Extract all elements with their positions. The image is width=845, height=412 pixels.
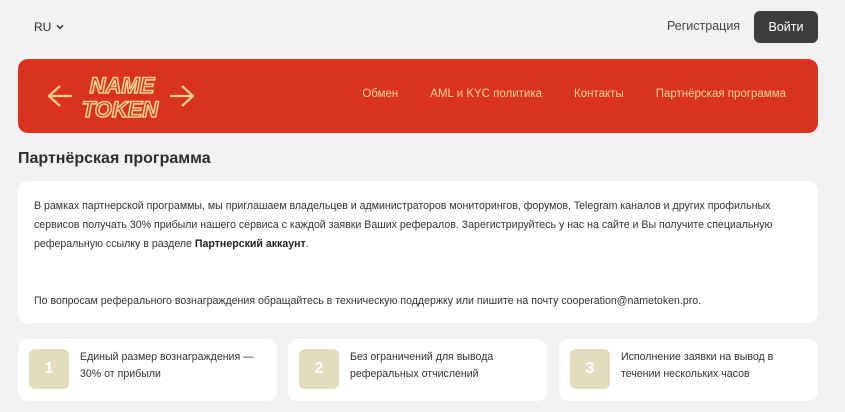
language-label: RU [34, 20, 52, 34]
paragraph-contact: По вопросам реферального вознаграждения … [34, 295, 702, 307]
features-row: 1 Единый размер вознаграждения — 30% от … [18, 339, 818, 401]
main-nav: Обмен AML и KYC политика Контакты Партнё… [362, 88, 786, 100]
nav-partner-program[interactable]: Партнёрская программа [656, 88, 786, 100]
content-card: В рамках партнерской программы, мы пригл… [18, 181, 818, 323]
site-header: NAME TOKEN Обмен AML и KYC политика Конт… [18, 59, 818, 133]
feature-text: Исполнение заявки на вывод в течении нес… [621, 351, 774, 380]
top-bar: RU Регистрация Войти [0, 0, 845, 56]
feature-text: Единый размер вознаграждения — 30% от пр… [80, 351, 254, 380]
feature-number: 1 [29, 349, 69, 389]
partner-account-label: Партнерский аккаунт [194, 238, 306, 250]
logo-line1: NAME [90, 73, 156, 98]
feature-number: 2 [299, 349, 339, 389]
feature-number: 3 [570, 349, 610, 389]
page-title: Партнёрская программа [18, 150, 211, 167]
feature-card: 2 Без ограничений для вывода реферальных… [288, 339, 547, 401]
register-link[interactable]: Регистрация [667, 19, 740, 33]
login-button[interactable]: Войти [754, 11, 818, 43]
feature-card: 1 Единый размер вознаграждения — 30% от … [18, 339, 277, 401]
chevron-down-icon [56, 24, 64, 30]
paragraph-intro: В рамках партнерской программы, мы пригл… [34, 197, 802, 254]
language-selector[interactable]: RU [34, 18, 65, 36]
logo[interactable]: NAME TOKEN [46, 69, 196, 123]
paragraph-intro-end: . [305, 238, 309, 250]
nav-contacts[interactable]: Контакты [574, 88, 624, 100]
feature-text: Без ограничений для вывода реферальных о… [350, 351, 494, 380]
paragraph-intro-text: В рамках партнерской программы, мы пригл… [34, 200, 773, 250]
feature-card: 3 Исполнение заявки на вывод в течении н… [559, 339, 818, 401]
logo-right-arrow-icon [170, 85, 195, 107]
logo-line2: TOKEN [82, 97, 160, 122]
nav-exchange[interactable]: Обмен [362, 88, 398, 100]
nav-aml-kyc[interactable]: AML и KYC политика [430, 88, 542, 100]
logo-left-arrow-icon [47, 85, 72, 107]
